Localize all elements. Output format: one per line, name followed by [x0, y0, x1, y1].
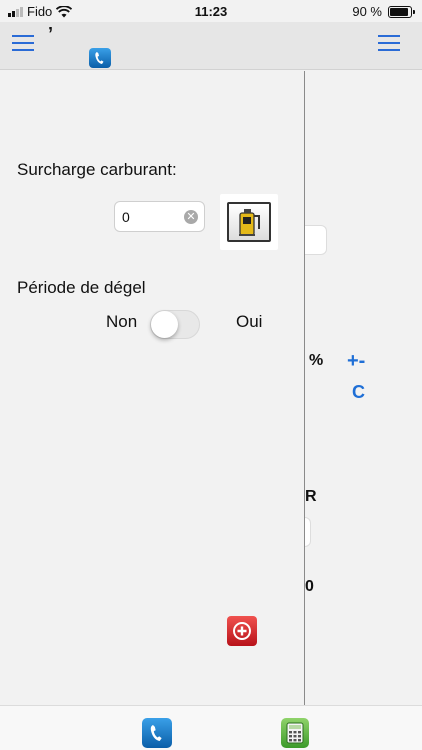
top-nav-bar: ’ — [0, 22, 422, 70]
panel-divider — [304, 71, 305, 705]
percent-label: % — [309, 352, 324, 369]
fuel-surcharge-value: 0 — [122, 208, 130, 225]
add-circle-icon[interactable] — [227, 616, 257, 646]
right-menu-icon[interactable] — [378, 32, 400, 54]
battery-icon — [388, 5, 415, 18]
status-bar: Fido 11:23 90 % — [0, 0, 422, 22]
main-panel: Surcharge carburant: 0 ✕ Période de dége… — [0, 71, 422, 705]
fuel-calculator-button[interactable] — [220, 194, 278, 250]
toggle-knob — [151, 311, 178, 338]
nav-title: ’ — [48, 24, 54, 44]
bottom-tab-bar — [0, 705, 422, 750]
clear-icon[interactable]: ✕ — [184, 210, 198, 224]
thaw-on-label: Oui — [236, 312, 263, 331]
fuel-surcharge-input[interactable]: 0 ✕ — [114, 201, 205, 232]
thaw-off-label: Non — [106, 312, 138, 331]
right-panel-field[interactable] — [305, 225, 327, 255]
menu-icon[interactable] — [12, 32, 34, 54]
fuel-can-icon — [227, 202, 271, 242]
thaw-period-label: Période de dégel — [17, 278, 146, 297]
thaw-toggle[interactable] — [150, 310, 200, 339]
tab-phone-icon[interactable] — [142, 718, 172, 748]
plus-minus-button[interactable]: +- — [347, 350, 365, 373]
tab-calculator-icon[interactable] — [281, 718, 309, 748]
clear-key-button[interactable]: C — [352, 382, 365, 403]
right-panel-fragment-r: R — [305, 488, 317, 505]
right-panel-fragment-zero: 0 — [305, 578, 314, 595]
right-panel-small-field[interactable] — [305, 517, 311, 547]
battery-percent: 90 % — [352, 4, 382, 19]
phone-icon[interactable] — [89, 48, 111, 68]
fuel-surcharge-label: Surcharge carburant: — [17, 160, 177, 179]
status-right: 90 % — [352, 4, 415, 19]
